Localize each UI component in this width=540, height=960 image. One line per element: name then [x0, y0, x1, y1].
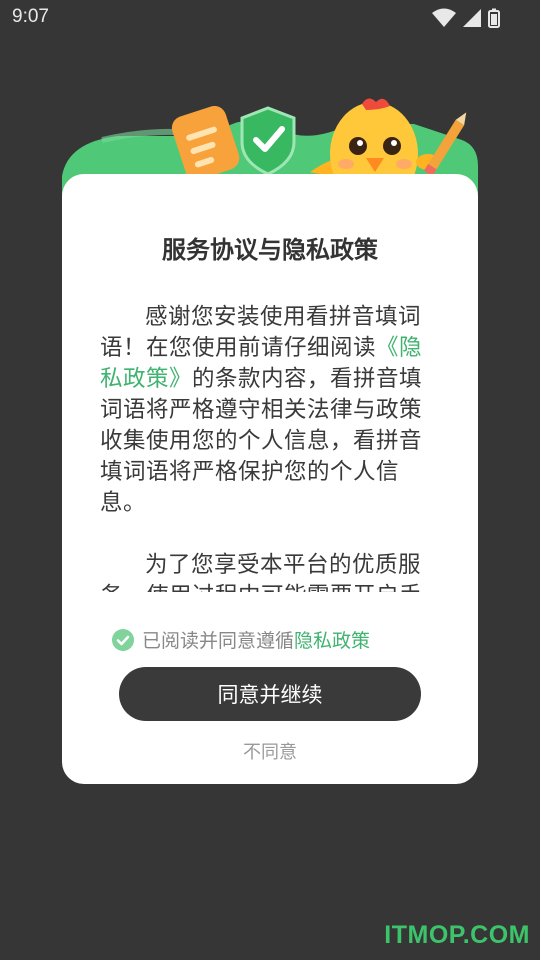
paragraph-1-lead: 感谢您安装使用看拼音填词语！在您使用前请仔细阅读 — [100, 304, 422, 361]
consent-text: 已阅读并同意遵循 — [142, 630, 295, 652]
dialog-title: 服务协议与隐私政策 — [162, 236, 378, 264]
consent-privacy-link[interactable]: 隐私政策 — [294, 626, 370, 653]
check-circle-icon[interactable] — [112, 628, 134, 651]
disagree-button[interactable]: 不同意 — [62, 738, 478, 764]
status-time: 9:07 — [12, 6, 49, 27]
status-bar: 9:07 — [0, 0, 540, 36]
wifi-icon — [432, 8, 456, 28]
privacy-dialog: 服务协议与隐私政策 感谢您安装使用看拼音填词语！在您使用前请仔细阅读《隐私政策》… — [62, 174, 478, 784]
consent-row[interactable]: 已阅读并同意遵循 隐私政策 — [112, 626, 370, 653]
site-watermark: ITMOP.COM — [384, 921, 530, 949]
policy-paragraph-1: 感谢您安装使用看拼音填词语！在您使用前请仔细阅读《隐私政策》的条款内容，看拼音填… — [100, 302, 426, 519]
agree-continue-button[interactable]: 同意并继续 — [119, 667, 421, 721]
signal-icon — [462, 8, 482, 28]
battery-icon — [488, 8, 500, 28]
policy-paragraph-2: 为了您享受本平台的优质服务，使用过程中可能需要开启手 — [100, 552, 422, 592]
status-icons — [432, 8, 500, 28]
policy-body-text[interactable]: 感谢您安装使用看拼音填词语！在您使用前请仔细阅读《隐私政策》的条款内容，看拼音填… — [100, 302, 426, 592]
